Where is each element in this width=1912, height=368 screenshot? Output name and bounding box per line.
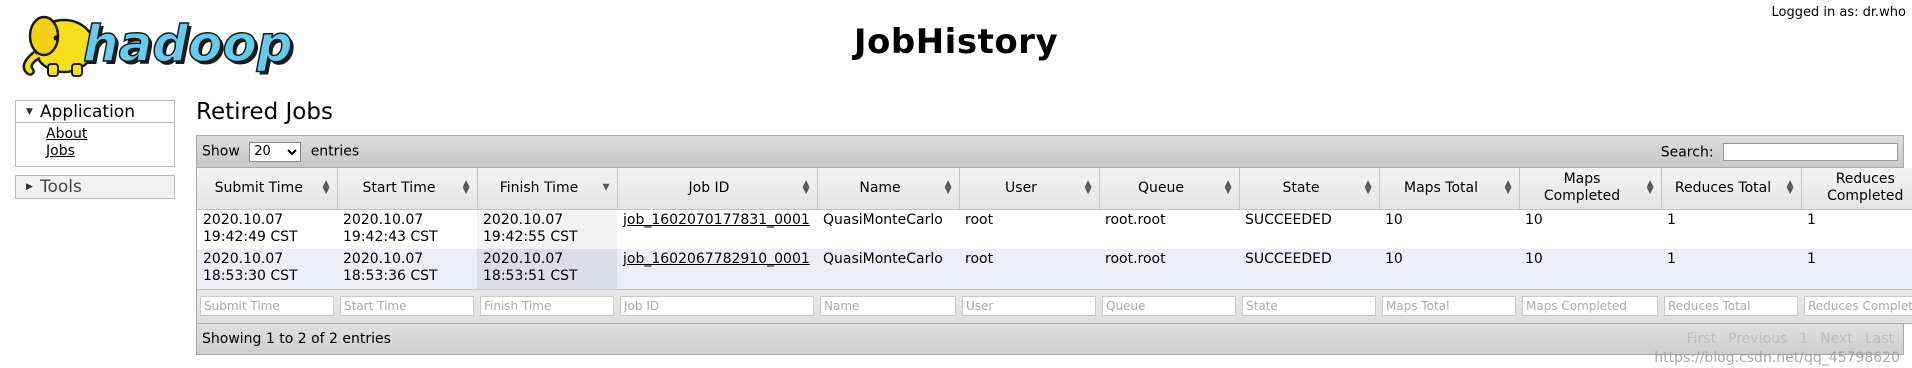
sort-both-icon: ▲ ▼ xyxy=(1084,179,1092,197)
sort-both-icon: ▲ ▼ xyxy=(1786,179,1794,197)
filter-finish-time-input[interactable] xyxy=(480,296,614,316)
page-title: JobHistory xyxy=(853,22,1059,62)
nav-toggle-tools[interactable]: ▶ Tools xyxy=(16,176,174,198)
page-size-select[interactable]: 20 xyxy=(249,141,302,162)
nav-label-tools: Tools xyxy=(40,177,82,197)
cell-finish-time: 2020.10.07 19:42:55 CST xyxy=(477,209,617,249)
sort-both-icon: ▲ ▼ xyxy=(1646,179,1654,197)
filter-maps-total-input[interactable] xyxy=(1382,296,1516,316)
col-header-maps-total[interactable]: Maps Total ▲ ▼ xyxy=(1378,168,1519,210)
cell-user: root xyxy=(959,209,1099,249)
search-input[interactable] xyxy=(1723,142,1898,161)
sort-both-icon: ▲ ▼ xyxy=(802,179,810,197)
sort-both-icon: ▲ ▼ xyxy=(1504,179,1512,197)
pager-previous-button[interactable]: Previous xyxy=(1728,331,1787,347)
col-header-maps-completed[interactable]: Maps Completed ▲ ▼ xyxy=(1518,168,1661,210)
job-id-link[interactable]: job_1602067782910_0001 xyxy=(623,251,810,267)
pager-page-1-button[interactable]: 1 xyxy=(1799,331,1808,347)
sidebar-nav: ▼ Application About Jobs ▶ Tools xyxy=(15,100,175,207)
cell-reduces-total: 1 xyxy=(1661,209,1801,249)
cell-maps-total: 10 xyxy=(1379,249,1519,289)
triangle-right-icon: ▶ xyxy=(26,182,33,192)
table-footer: Showing 1 to 2 of 2 entries First Previo… xyxy=(197,323,1903,354)
sort-both-icon: ▲ ▼ xyxy=(944,179,952,197)
filter-submit-time-input[interactable] xyxy=(200,296,334,316)
sort-both-icon: ▲ ▼ xyxy=(322,179,330,197)
cell-maps-completed: 10 xyxy=(1519,249,1661,289)
col-header-queue[interactable]: Queue ▲ ▼ xyxy=(1098,168,1239,210)
sort-both-icon: ▲ ▼ xyxy=(1364,179,1372,197)
entries-label: entries xyxy=(310,143,360,159)
filter-row xyxy=(197,288,1912,324)
filter-user-input[interactable] xyxy=(962,296,1096,316)
main-content: Retired Jobs Show 20 entries Search: Sub… xyxy=(196,95,1912,355)
filter-name-input[interactable] xyxy=(820,296,956,316)
col-header-finish-time[interactable]: Finish Time ▼ xyxy=(476,168,617,210)
col-header-reduces-total[interactable]: Reduces Total ▲ ▼ xyxy=(1660,168,1801,210)
col-header-name[interactable]: Name ▲ ▼ xyxy=(816,168,959,210)
cell-state: SUCCEEDED xyxy=(1239,209,1379,249)
table-header-row: Submit Time ▲ ▼ Start Time ▲ ▼ Finish Time ▼ … xyxy=(197,168,1912,210)
table-info: Showing 1 to 2 of 2 entries xyxy=(202,330,391,347)
col-header-start-time[interactable]: Start Time ▲ ▼ xyxy=(336,168,477,210)
nav-section-application: ▼ Application About Jobs xyxy=(15,100,175,167)
cell-name: QuasiMonteCarlo xyxy=(817,209,959,249)
cell-start-time: 2020.10.07 18:53:36 CST xyxy=(337,249,477,289)
cell-name: QuasiMonteCarlo xyxy=(817,249,959,289)
pager-next-button[interactable]: Next xyxy=(1820,331,1853,347)
col-header-job-id[interactable]: Job ID ▲ ▼ xyxy=(616,168,817,210)
cell-state: SUCCEEDED xyxy=(1239,249,1379,289)
sort-desc-icon: ▼ xyxy=(602,182,610,193)
col-header-reduces-completed[interactable]: Reduces Completed▲▼ xyxy=(1800,168,1912,210)
cell-maps-completed: 10 xyxy=(1519,209,1661,249)
col-header-state[interactable]: State ▲ ▼ xyxy=(1238,168,1379,210)
cell-finish-time: 2020.10.07 18:53:51 CST xyxy=(477,249,617,289)
cell-start-time: 2020.10.07 19:42:43 CST xyxy=(337,209,477,249)
search-label: Search: xyxy=(1660,144,1714,160)
nav-link-jobs[interactable]: Jobs xyxy=(46,143,174,160)
filter-state-input[interactable] xyxy=(1242,296,1376,316)
filter-job-id-input[interactable] xyxy=(620,296,814,316)
sort-both-icon: ▲ ▼ xyxy=(462,179,470,197)
sort-both-icon: ▲ ▼ xyxy=(1224,179,1232,197)
nav-section-tools: ▶ Tools xyxy=(15,175,175,199)
filter-reduces-total-input[interactable] xyxy=(1664,296,1798,316)
cell-user: root xyxy=(959,249,1099,289)
table-toolbar: Show 20 entries Search: xyxy=(197,136,1903,168)
table-row: 2020.10.07 18:53:30 CST 2020.10.07 18:53:3… xyxy=(197,249,1912,289)
filter-start-time-input[interactable] xyxy=(340,296,474,316)
table-row: 2020.10.07 19:42:49 CST 2020.10.07 19:42:4… xyxy=(197,209,1912,249)
jobs-table: Submit Time ▲ ▼ Start Time ▲ ▼ Finish Time ▼ … xyxy=(197,168,1912,324)
filter-maps-completed-input[interactable] xyxy=(1522,296,1658,316)
filter-reduces-completed-input[interactable] xyxy=(1804,296,1912,316)
cell-submit-time: 2020.10.07 18:53:30 CST xyxy=(197,249,337,289)
nav-label-application: Application xyxy=(40,101,135,122)
cell-queue: root.root xyxy=(1099,209,1239,249)
pagination: First Previous 1 Next Last xyxy=(1687,331,1898,347)
cell-reduces-completed: 1 xyxy=(1801,249,1912,289)
nav-link-about[interactable]: About xyxy=(46,126,174,143)
show-label: Show xyxy=(202,143,240,159)
page-header: hadoop hadoop JobHistory Logged in as: d… xyxy=(0,0,1912,92)
cell-job-id: job_1602067782910_0001 xyxy=(617,249,817,289)
pager-first-button[interactable]: First xyxy=(1687,331,1716,347)
triangle-down-icon: ▼ xyxy=(26,106,33,117)
cell-maps-total: 10 xyxy=(1379,209,1519,249)
col-header-user[interactable]: User ▲ ▼ xyxy=(958,168,1099,210)
cell-queue: root.root xyxy=(1099,249,1239,289)
login-info: Logged in as: dr.who xyxy=(1771,5,1906,20)
jobs-table-wrapper: Show 20 entries Search: Submit Time ▲ ▼ S xyxy=(196,135,1912,355)
cell-job-id: job_1602070177831_0001 xyxy=(617,209,817,249)
filter-queue-input[interactable] xyxy=(1102,296,1236,316)
watermark: https://blog.csdn.net/qq_45798620 xyxy=(1654,350,1900,366)
cell-reduces-total: 1 xyxy=(1661,249,1801,289)
cell-reduces-completed: 1 xyxy=(1801,209,1912,249)
col-header-submit-time[interactable]: Submit Time ▲ ▼ xyxy=(197,168,337,210)
job-id-link[interactable]: job_1602070177831_0001 xyxy=(623,212,810,228)
nav-toggle-application[interactable]: ▼ Application xyxy=(16,101,174,123)
pager-last-button[interactable]: Last xyxy=(1865,331,1894,347)
cell-submit-time: 2020.10.07 19:42:49 CST xyxy=(197,209,337,249)
section-title: Retired Jobs xyxy=(196,99,333,125)
